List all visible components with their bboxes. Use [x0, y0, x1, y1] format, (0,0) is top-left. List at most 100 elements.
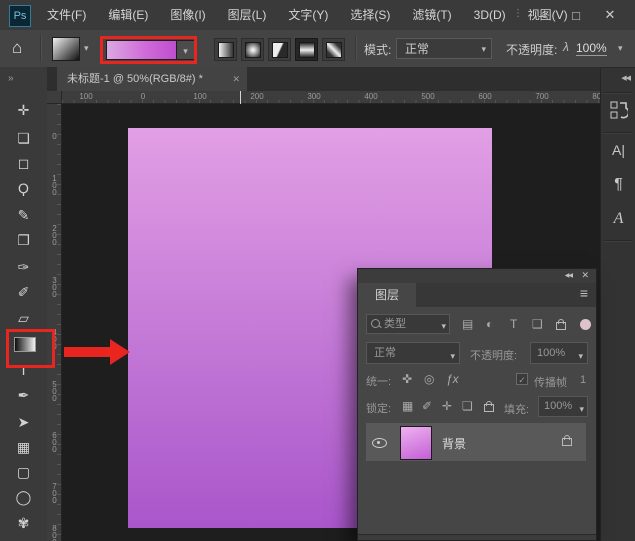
ruler-label: 0 — [131, 92, 155, 101]
ruler-label: 100 — [74, 92, 98, 101]
tool-preset-thumbnail[interactable] — [52, 37, 80, 61]
crop-tool[interactable]: ❐ — [0, 231, 47, 249]
quick-selection-tool[interactable]: ✎ — [0, 206, 47, 224]
chevron-down-icon[interactable]: ▾ — [84, 43, 89, 54]
rounded-rect-tool[interactable]: ▢ — [0, 463, 47, 481]
filter-type-icon[interactable]: T — [510, 317, 517, 331]
layer-row-background[interactable]: 背景 — [366, 423, 586, 461]
panel-icon-history[interactable] — [601, 100, 635, 125]
custom-shape-tool[interactable]: ✾ — [0, 514, 47, 532]
layers-panel-tabs: 图层 ≡ — [358, 283, 596, 307]
photoshop-logo: Ps — [9, 5, 31, 27]
close-button[interactable]: ✕ — [593, 7, 627, 23]
minimize-button[interactable]: – — [525, 8, 559, 23]
dock-collapse-icon[interactable]: ◀◀ — [621, 74, 630, 82]
angle-gradient-button[interactable] — [268, 38, 291, 61]
toolbar-overflow-icon[interactable]: » — [0, 67, 47, 91]
layer-filter-select[interactable]: 类型 ▾ — [366, 314, 450, 334]
unify-style-icon[interactable]: ƒx — [446, 372, 459, 386]
shape-rect-tool[interactable]: ▦ — [0, 438, 47, 456]
panel-icon-character[interactable]: A| — [601, 142, 635, 158]
panel-collapse-icon[interactable]: ◀◀ — [565, 272, 572, 279]
layer-blend-mode-select[interactable]: 正常 ▾ — [366, 342, 460, 364]
home-icon[interactable]: ⌂ — [12, 38, 22, 58]
layers-panel-header[interactable]: ◀◀ ✕ — [358, 269, 596, 284]
lock-move-icon[interactable]: ✛ — [442, 399, 452, 413]
lock-all-icon[interactable] — [484, 404, 494, 412]
panel-menu-icon[interactable]: ≡ — [580, 285, 588, 301]
document-tab-label: 未标题-1 @ 50%(RGB/8#) * — [57, 73, 203, 85]
layer-name[interactable]: 背景 — [442, 435, 466, 452]
filter-type-value: 类型 — [384, 318, 406, 330]
divider — [604, 132, 632, 134]
blend-mode-select[interactable]: 正常 ▾ — [396, 38, 492, 59]
panel-icon-paragraph[interactable]: ¶ — [601, 176, 635, 194]
menu-image[interactable]: 图像(I) — [159, 0, 216, 30]
ruler-label: 700 — [530, 92, 554, 101]
close-tab-icon[interactable]: ✕ — [232, 67, 240, 91]
ruler-label: 100 — [188, 92, 212, 101]
menu-edit[interactable]: 编辑(E) — [97, 0, 159, 30]
pen-tool[interactable]: ✒ — [0, 386, 47, 404]
filter-toggle-icon[interactable] — [580, 319, 591, 330]
layer-opacity-label: 不透明度: — [470, 347, 517, 363]
menu-file[interactable]: 文件(F) — [36, 0, 97, 30]
layer-opacity-field[interactable]: 100% ▾ — [530, 342, 588, 364]
panel-icon-glyphs[interactable]: A — [601, 210, 635, 228]
layer-visibility-icon[interactable] — [372, 438, 387, 448]
vertical-ruler[interactable]: 0 100 200 300 400 500 600 700 800 — [47, 104, 62, 541]
eyedropper-tool[interactable]: ✑ — [0, 258, 47, 276]
reflected-gradient-button[interactable] — [295, 38, 318, 61]
lock-transparent-icon[interactable]: ▦ — [402, 399, 413, 413]
layer-thumbnail[interactable] — [400, 426, 432, 460]
annotation-arrow-head — [110, 339, 130, 365]
tab-layers[interactable]: 图层 — [358, 283, 416, 307]
lock-label: 锁定: — [366, 400, 391, 416]
menu-type[interactable]: 文字(Y) — [277, 0, 339, 30]
eraser-tool[interactable]: ▱ — [0, 309, 47, 327]
radial-gradient-button[interactable] — [241, 38, 264, 61]
linear-gradient-button[interactable] — [214, 38, 237, 61]
horizontal-ruler[interactable]: 100 0 100 200 300 400 500 600 700 800 — [62, 91, 600, 104]
menu-select[interactable]: 选择(S) — [339, 0, 401, 30]
lasso-tool[interactable]: Ϙ — [0, 179, 47, 197]
ruler-cursor-mark — [240, 91, 241, 104]
layers-filter-row: 类型 ▾ ▤ ◐ T ❑ — [358, 311, 596, 339]
filter-smart-object-icon[interactable] — [556, 322, 566, 330]
layers-blend-row: 正常 ▾ 不透明度: 100% ▾ — [358, 339, 596, 367]
pen-pressure-icon[interactable]: λ — [563, 40, 569, 54]
diamond-gradient-button[interactable] — [322, 38, 345, 61]
propagate-frames-value: 1 — [580, 374, 586, 386]
maximize-button[interactable]: □ — [559, 8, 593, 23]
marquee-tool[interactable]: ◻ — [0, 154, 47, 172]
move-tool[interactable]: ✛ — [0, 101, 47, 119]
menu-layer[interactable]: 图层(L) — [217, 0, 278, 30]
lock-artboard-icon[interactable]: ❏ — [462, 399, 473, 413]
unify-visibility-icon[interactable]: ◎ — [424, 372, 434, 386]
panel-close-icon[interactable]: ✕ — [581, 270, 589, 281]
unify-position-icon[interactable]: ✜ — [402, 372, 412, 386]
menu-3d[interactable]: 3D(D) — [463, 0, 517, 30]
brush-tool[interactable]: ✐ — [0, 283, 47, 301]
propagate-frames-checkbox[interactable]: ✓ — [516, 373, 528, 385]
menu-filter[interactable]: 滤镜(T) — [401, 0, 462, 30]
layers-panel: ◀◀ ✕ 图层 ≡ 类型 ▾ ▤ ◐ T ❑ 正常 ▾ 不透明度: — [357, 268, 597, 541]
filter-adjustment-icon[interactable]: ◐ — [486, 317, 493, 331]
chevron-down-icon[interactable]: ▾ — [618, 43, 623, 54]
ellipse-tool[interactable]: ◯ — [0, 488, 47, 506]
menu-overflow-icon[interactable]: ⋮ — [513, 8, 523, 19]
layer-lock-icon[interactable] — [562, 438, 572, 446]
chevron-down-icon: ▾ — [578, 346, 583, 366]
frame-tool[interactable]: ❏ — [0, 129, 47, 147]
ruler-label: 500 — [49, 380, 59, 401]
document-tab[interactable]: 未标题-1 @ 50%(RGB/8#) * ✕ — [57, 67, 247, 91]
blend-mode-value: 正常 — [374, 347, 396, 359]
opacity-value[interactable]: 100% — [576, 41, 607, 56]
fill-value: 100% — [544, 400, 572, 412]
ruler-label: 600 — [473, 92, 497, 101]
path-select-tool[interactable]: ➤ — [0, 413, 47, 431]
layer-fill-field[interactable]: 100% ▾ — [538, 396, 588, 417]
filter-image-icon[interactable]: ▤ — [462, 317, 473, 331]
lock-paint-icon[interactable]: ✐ — [422, 399, 432, 413]
filter-shape-icon[interactable]: ❑ — [532, 317, 543, 331]
